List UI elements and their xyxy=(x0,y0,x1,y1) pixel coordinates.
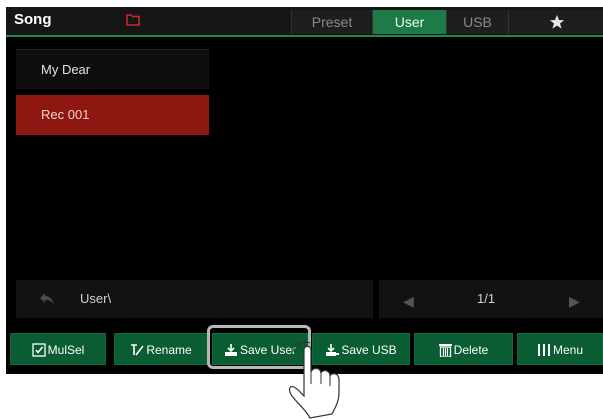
delete-button[interactable]: Delete xyxy=(414,333,513,365)
menu-icon xyxy=(537,344,550,356)
trash-icon xyxy=(438,344,452,358)
path-text: User\ xyxy=(80,291,112,306)
tab-user[interactable]: User xyxy=(372,10,446,34)
menu-button[interactable]: Menu xyxy=(517,333,603,365)
page-number: 1/1 xyxy=(477,291,496,306)
pen-icon xyxy=(131,344,144,356)
triangle-left-icon[interactable]: ◀ xyxy=(403,293,414,310)
triangle-right-icon[interactable]: ▶ xyxy=(569,293,580,310)
tab-favorites[interactable] xyxy=(508,10,603,34)
mulsel-button[interactable]: MulSel xyxy=(10,333,106,365)
mulsel-label: MulSel xyxy=(47,343,85,357)
folder-icon[interactable] xyxy=(126,14,140,26)
hand-pointer-icon xyxy=(288,341,340,419)
delete-label: Delete xyxy=(453,343,489,357)
rename-label: Rename xyxy=(146,343,192,357)
star-icon xyxy=(549,15,564,29)
song-screen: Song Preset User USB My Dear Rec 001 Use… xyxy=(6,7,603,374)
page-title: Song xyxy=(14,11,52,28)
list-item-selected[interactable]: Rec 001 xyxy=(16,95,209,135)
rename-button[interactable]: Rename xyxy=(114,333,208,365)
menu-label: Menu xyxy=(552,343,584,357)
list-item[interactable]: My Dear xyxy=(16,49,209,89)
path-bar: User\ xyxy=(16,280,373,318)
header-bar: Song Preset User USB xyxy=(6,7,603,37)
pager: ◀ 1/1 ▶ xyxy=(379,280,603,318)
tab-usb[interactable]: USB xyxy=(446,10,508,34)
multi-select-icon xyxy=(32,343,46,357)
tab-preset[interactable]: Preset xyxy=(291,10,372,34)
back-arrow-icon[interactable] xyxy=(38,291,56,307)
